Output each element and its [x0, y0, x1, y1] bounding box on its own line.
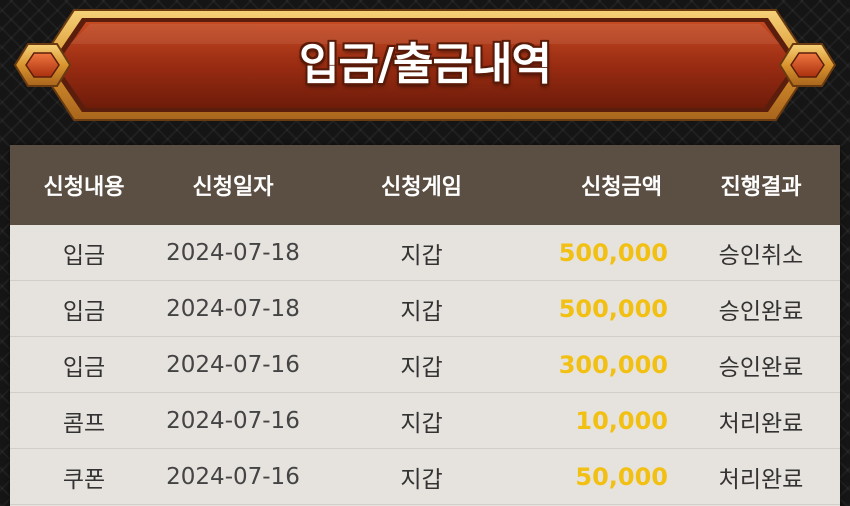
- transaction-table: 신청내용 신청일자 신청게임 신청금액 진행결과 입금 2024-07-18 지…: [10, 145, 840, 506]
- row-amount: 10,000: [575, 406, 668, 435]
- table-header-row: 신청내용 신청일자 신청게임 신청금액 진행결과: [10, 145, 840, 225]
- row-result: 승인완료: [718, 298, 804, 325]
- row-date: 2024-07-18: [166, 239, 300, 266]
- row-game: 지갑: [400, 354, 443, 381]
- row-type: 입금: [62, 298, 106, 325]
- row-amount: 500,000: [558, 238, 668, 267]
- row-amount: 300,000: [558, 350, 668, 379]
- row-type: 입금: [62, 354, 106, 381]
- table-row: 입금 2024-07-16 지갑 300,000 승인완료: [10, 337, 840, 393]
- row-result: 처리완료: [718, 466, 804, 493]
- row-date: 2024-07-18: [166, 295, 300, 322]
- row-game: 지갑: [400, 466, 443, 493]
- row-game: 지갑: [400, 298, 443, 325]
- table-row: 입금 2024-07-18 지갑 500,000 승인완료: [10, 281, 840, 337]
- row-date: 2024-07-16: [166, 463, 300, 490]
- row-result: 승인취소: [718, 242, 804, 269]
- column-header-type: 신청내용: [43, 175, 125, 200]
- row-date: 2024-07-16: [166, 407, 300, 434]
- row-type: 입금: [62, 242, 106, 269]
- row-game: 지갑: [400, 410, 443, 437]
- table-row: 쿠폰 2024-07-16 지갑 50,000 처리완료: [10, 449, 840, 505]
- page-title: 입금/출금내역: [299, 39, 552, 90]
- row-game: 지갑: [400, 242, 443, 269]
- row-amount: 500,000: [558, 294, 668, 323]
- title-banner: 입금/출금내역: [0, 0, 850, 130]
- row-date: 2024-07-16: [166, 351, 300, 378]
- column-header-result: 진행결과: [720, 175, 802, 200]
- column-header-amount: 신청금액: [581, 175, 662, 200]
- column-header-game: 신청게임: [381, 175, 462, 200]
- row-amount: 50,000: [575, 462, 668, 491]
- table-row: 콤프 2024-07-16 지갑 10,000 처리완료: [10, 393, 840, 449]
- row-result: 처리완료: [718, 410, 804, 437]
- row-result: 승인완료: [718, 354, 804, 381]
- row-type: 콤프: [62, 410, 106, 437]
- column-header-date: 신청일자: [192, 175, 274, 200]
- table-row: 입금 2024-07-18 지갑 500,000 승인취소: [10, 225, 840, 281]
- row-type: 쿠폰: [62, 466, 106, 493]
